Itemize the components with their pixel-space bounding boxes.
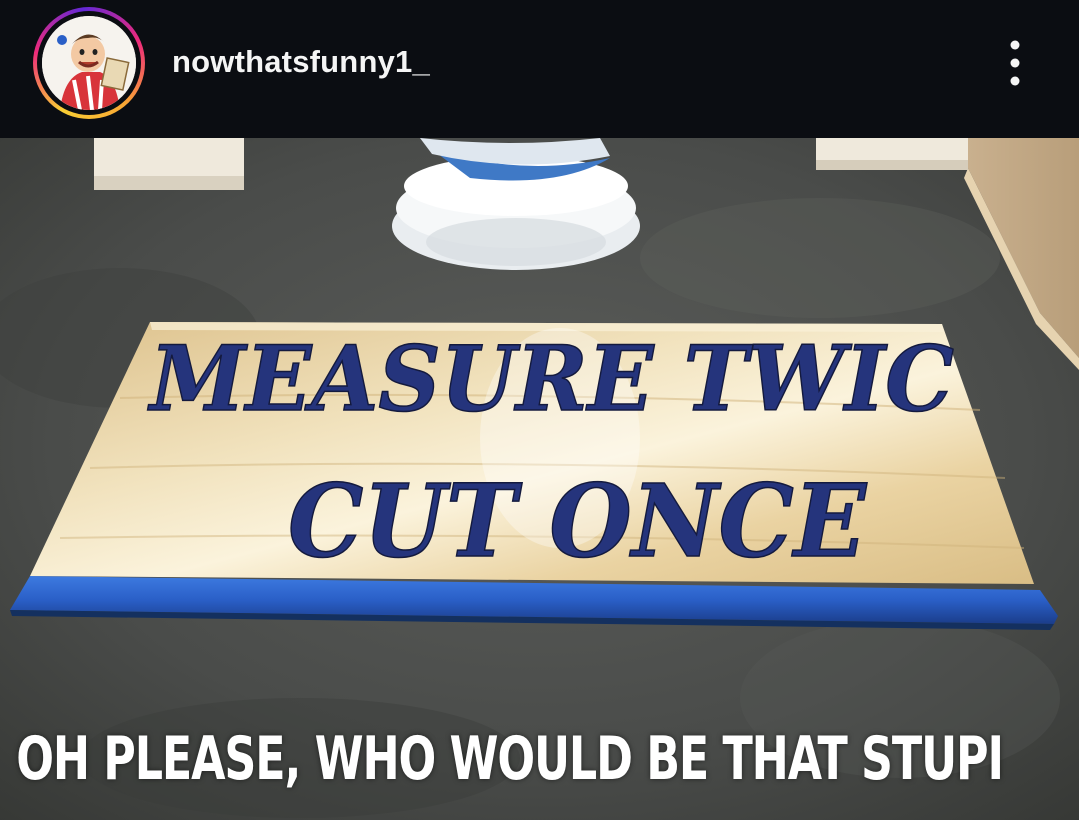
more-options-button[interactable] bbox=[995, 36, 1035, 90]
sign-photo: MEASURE TWIC CUT ONCE bbox=[0, 138, 1079, 820]
sign-line-2: CUT ONCE bbox=[288, 462, 868, 580]
cartoon-avatar-icon bbox=[42, 16, 136, 110]
post-image[interactable]: MEASURE TWIC CUT ONCE bbox=[0, 138, 1079, 820]
sign-line-1: MEASURE TWIC bbox=[147, 326, 954, 432]
post-header: nowthatsfunny1_ bbox=[0, 0, 1079, 138]
avatar[interactable] bbox=[42, 16, 136, 110]
story-ring[interactable] bbox=[33, 7, 145, 119]
more-options-icon bbox=[1010, 40, 1020, 86]
meme-caption: OH PLEASE, WHO WOULD BE THAT STUPI bbox=[16, 724, 1004, 794]
username[interactable]: nowthatsfunny1_ bbox=[172, 44, 430, 80]
